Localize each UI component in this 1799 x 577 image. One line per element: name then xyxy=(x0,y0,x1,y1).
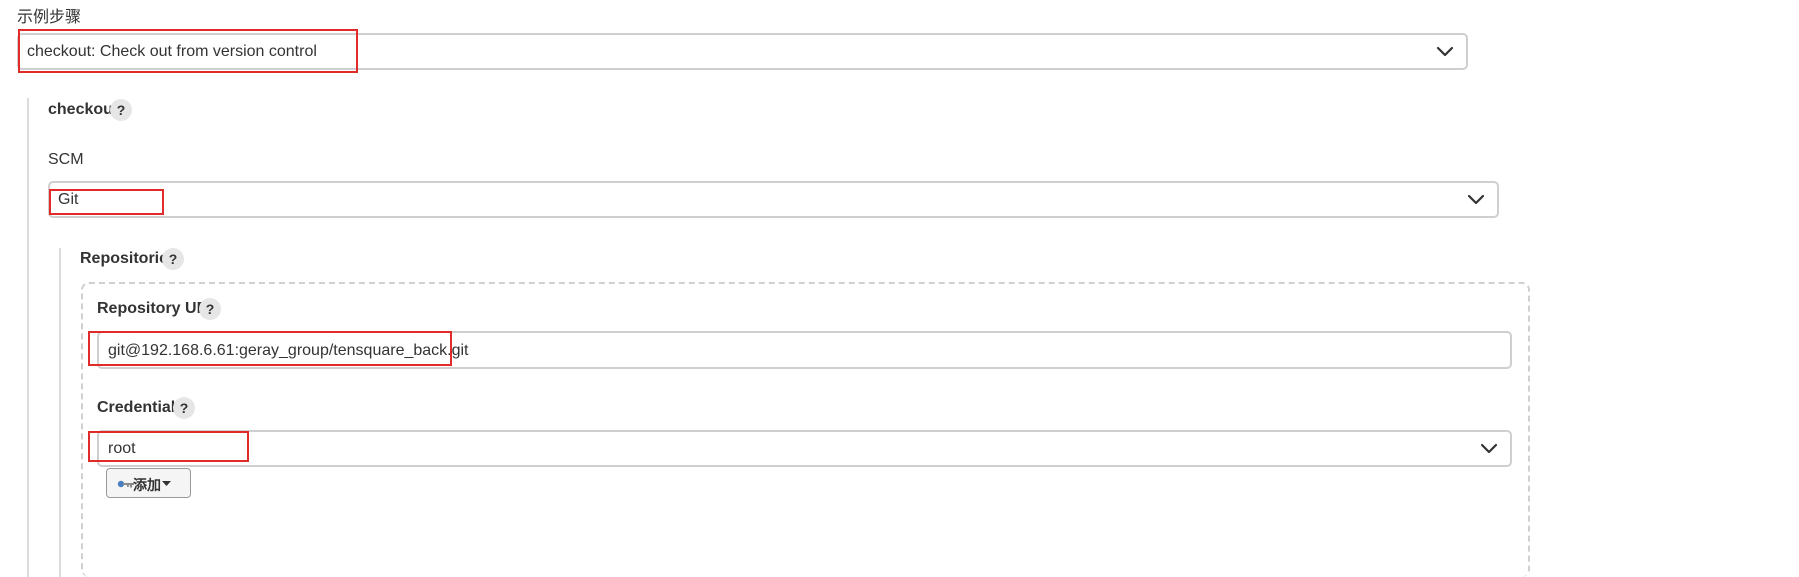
help-icon[interactable]: ? xyxy=(110,99,132,121)
credentials-label: Credentials xyxy=(97,399,185,416)
chevron-down-icon xyxy=(1467,194,1485,205)
sample-step-select[interactable]: checkout: Check out from version control xyxy=(17,33,1468,70)
add-button-label: 添加 xyxy=(133,477,161,493)
help-icon[interactable]: ? xyxy=(199,298,221,320)
sample-step-heading: 示例步骤 xyxy=(17,9,82,26)
repository-url-input[interactable]: git@192.168.6.61:geray_group/tensquare_b… xyxy=(97,331,1512,369)
page: 示例步骤 checkout: Check out from version co… xyxy=(0,0,1799,577)
chevron-down-icon xyxy=(1436,46,1454,57)
help-icon[interactable]: ? xyxy=(162,248,184,270)
add-credentials-button[interactable]: 添加 xyxy=(106,468,191,498)
credentials-select[interactable]: root xyxy=(97,430,1512,467)
scm-selected-value: Git xyxy=(58,191,79,208)
scm-label: SCM xyxy=(48,151,84,168)
repository-url-value: git@192.168.6.61:geray_group/tensquare_b… xyxy=(108,342,469,359)
caret-down-icon xyxy=(162,481,171,486)
sample-step-selected-value: checkout: Check out from version control xyxy=(27,43,317,60)
scm-indent-line xyxy=(59,248,61,577)
section-indent-line xyxy=(27,98,29,577)
chevron-down-icon xyxy=(1480,443,1498,454)
scm-select[interactable]: Git xyxy=(48,181,1499,218)
checkout-label: checkout xyxy=(48,101,119,118)
credentials-selected-value: root xyxy=(108,440,136,457)
help-icon[interactable]: ? xyxy=(173,397,195,419)
